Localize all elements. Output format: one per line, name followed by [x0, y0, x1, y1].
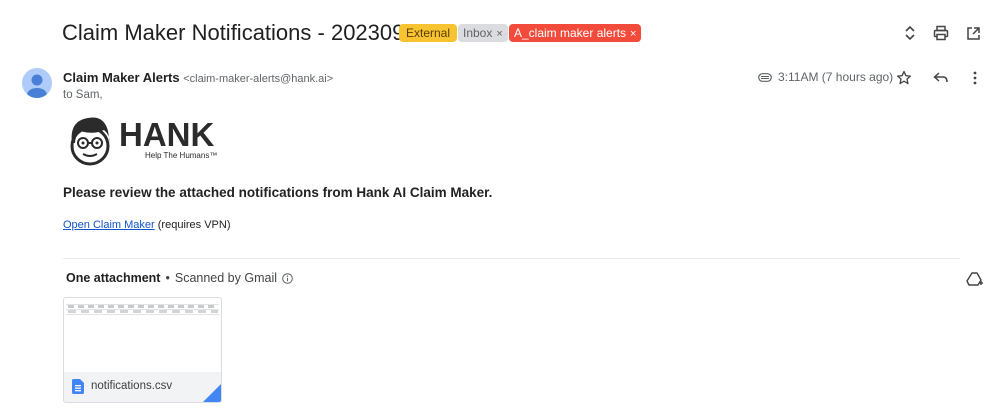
logo-wordmark: HANK	[119, 116, 214, 153]
label-claim-maker-alerts[interactable]: A_claim maker alerts ×	[509, 24, 642, 42]
attachment-card[interactable]: notifications.csv	[63, 297, 222, 403]
label-icon[interactable]	[758, 72, 772, 82]
sender-email: <claim-maker-alerts@hank.ai>	[183, 73, 334, 85]
attachment-preview	[64, 298, 221, 372]
recipient-line[interactable]: to Sam,	[63, 89, 103, 101]
label-text: External	[406, 26, 451, 40]
remove-label-icon[interactable]: ×	[630, 28, 636, 40]
star-icon[interactable]	[894, 68, 914, 88]
open-claim-maker-link[interactable]: Open Claim Maker	[63, 219, 155, 231]
sender-avatar[interactable]	[22, 68, 52, 98]
sender-line: Claim Maker Alerts <claim-maker-alerts@h…	[63, 70, 333, 85]
label-inbox[interactable]: Inbox ×	[458, 24, 508, 42]
label-text: A_claim maker alerts	[514, 26, 627, 40]
intro-text: Please review the attached notifications…	[63, 185, 493, 200]
scan-note: Scanned by Gmail	[174, 271, 277, 285]
message-time: 3:11AM (7 hours ago)	[758, 70, 893, 84]
link-suffix: (requires VPN)	[154, 219, 231, 231]
more-options-icon[interactable]	[965, 68, 985, 88]
time-text: 3:11AM (7 hours ago)	[778, 70, 894, 84]
label-external[interactable]: External	[399, 24, 458, 42]
person-icon	[27, 74, 47, 98]
open-in-new-window-icon[interactable]	[962, 22, 984, 44]
remove-label-icon[interactable]: ×	[496, 28, 502, 40]
separator: •	[165, 271, 170, 285]
file-type-corner	[203, 384, 221, 402]
hank-logo: HANK Help The Humans™	[66, 113, 236, 169]
expand-collapse-icon[interactable]	[899, 22, 921, 44]
attachment-footer: notifications.csv	[64, 372, 221, 402]
print-icon[interactable]	[930, 22, 952, 44]
link-line: Open Claim Maker (requires VPN)	[63, 219, 231, 231]
sender-name[interactable]: Claim Maker Alerts	[63, 70, 180, 85]
logo-tagline: Help The Humans™	[145, 151, 217, 160]
divider	[63, 258, 960, 259]
attachments-heading: One attachment • Scanned by Gmail	[66, 271, 293, 285]
google-sheets-icon	[72, 379, 84, 394]
attachment-count: One attachment	[66, 271, 161, 285]
attachment-filename: notifications.csv	[91, 380, 173, 392]
add-to-drive-icon[interactable]	[966, 272, 984, 288]
email-subject: Claim Maker Notifications - 20230927	[62, 20, 429, 45]
info-icon[interactable]	[282, 272, 293, 284]
reply-icon[interactable]	[930, 68, 950, 88]
label-text: Inbox	[463, 26, 493, 40]
